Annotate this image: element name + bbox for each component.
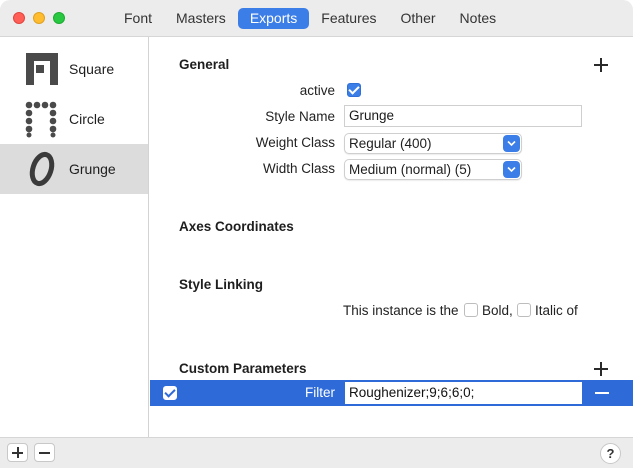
tab-bar: Font Masters Exports Features Other Note… bbox=[112, 8, 508, 30]
width-class-value: Medium (normal) (5) bbox=[349, 162, 472, 177]
parameter-value-field[interactable]: Roughenizer;9;6;6;0; bbox=[345, 382, 582, 404]
remove-instance-button[interactable] bbox=[34, 443, 55, 462]
style-name-label: Style Name bbox=[265, 109, 335, 124]
add-parameter-button[interactable] bbox=[593, 361, 609, 377]
width-class-select[interactable]: Medium (normal) (5) bbox=[344, 159, 522, 180]
bold-checkbox[interactable] bbox=[464, 303, 478, 317]
chevron-down-icon bbox=[503, 135, 520, 152]
chevron-down-icon bbox=[503, 161, 520, 178]
add-instance-button[interactable] bbox=[7, 443, 28, 462]
tab-masters[interactable]: Masters bbox=[164, 8, 238, 29]
minimize-window-button[interactable] bbox=[33, 12, 45, 24]
tab-features[interactable]: Features bbox=[309, 8, 388, 29]
italic-o-glyph-icon bbox=[22, 149, 62, 189]
weight-class-select[interactable]: Regular (400) bbox=[344, 133, 522, 154]
active-checkbox[interactable] bbox=[347, 83, 361, 97]
plus-icon-stem bbox=[17, 447, 19, 458]
tab-notes[interactable]: Notes bbox=[448, 8, 509, 29]
window-toolbar: Font Masters Exports Features Other Note… bbox=[0, 0, 633, 37]
minus-icon bbox=[39, 452, 50, 454]
instance-name: Circle bbox=[69, 111, 105, 127]
instance-item-grunge[interactable]: Grunge bbox=[0, 144, 148, 194]
add-general-button[interactable] bbox=[593, 57, 609, 73]
instance-list: Square Circle Grunge bbox=[0, 37, 149, 437]
instance-name: Square bbox=[69, 61, 115, 77]
zoom-window-button[interactable] bbox=[53, 12, 65, 24]
remove-parameter-button[interactable] bbox=[595, 392, 609, 394]
instance-detail-pane: General active Style Name Grunge Weight … bbox=[150, 37, 633, 437]
tab-exports[interactable]: Exports bbox=[237, 8, 310, 29]
bottom-bar: ? bbox=[0, 437, 633, 468]
style-name-field[interactable]: Grunge bbox=[344, 105, 582, 127]
italic-label: Italic of bbox=[535, 303, 578, 318]
style-linking-prefix: This instance is the bbox=[343, 303, 459, 318]
close-window-button[interactable] bbox=[13, 12, 25, 24]
weight-class-value: Regular (400) bbox=[349, 136, 432, 151]
parameter-enabled-checkbox[interactable] bbox=[163, 386, 177, 400]
help-button[interactable]: ? bbox=[600, 443, 621, 464]
parameter-name: Filter bbox=[305, 385, 335, 400]
general-section-title: General bbox=[179, 57, 230, 72]
tab-other[interactable]: Other bbox=[389, 8, 448, 29]
axes-coordinates-title: Axes Coordinates bbox=[179, 219, 294, 234]
tab-font[interactable]: Font bbox=[112, 8, 164, 29]
bold-label: Bold, bbox=[482, 303, 513, 318]
instance-item-circle[interactable]: Circle bbox=[0, 94, 148, 144]
dotted-n-glyph-icon bbox=[22, 99, 62, 139]
style-linking-title: Style Linking bbox=[179, 277, 264, 292]
custom-parameter-row[interactable]: Filter Roughenizer;9;6;6;0; bbox=[150, 380, 633, 406]
weight-class-label: Weight Class bbox=[255, 135, 335, 150]
square-n-glyph-icon bbox=[22, 49, 62, 89]
instance-name: Grunge bbox=[69, 161, 116, 177]
italic-checkbox[interactable] bbox=[517, 303, 531, 317]
active-label: active bbox=[299, 83, 335, 98]
custom-parameters-title: Custom Parameters bbox=[179, 361, 307, 376]
instance-item-square[interactable]: Square bbox=[0, 44, 148, 94]
width-class-label: Width Class bbox=[262, 161, 335, 176]
